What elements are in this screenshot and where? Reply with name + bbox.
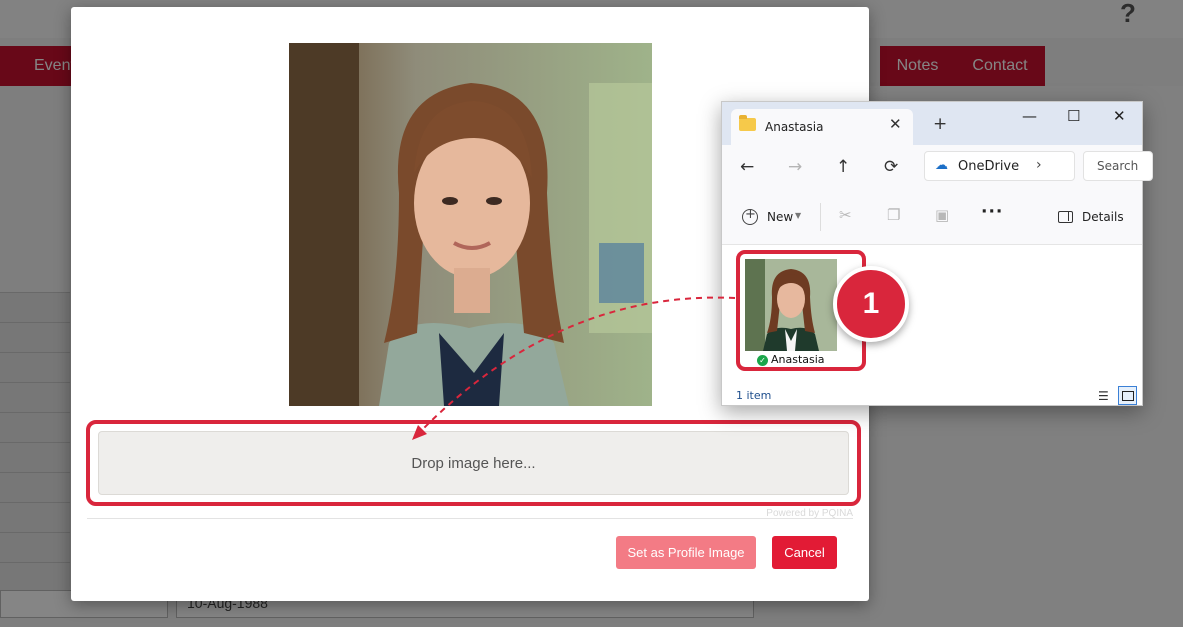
drag-arrow (412, 296, 736, 440)
step-number-badge: 1 (833, 266, 909, 342)
